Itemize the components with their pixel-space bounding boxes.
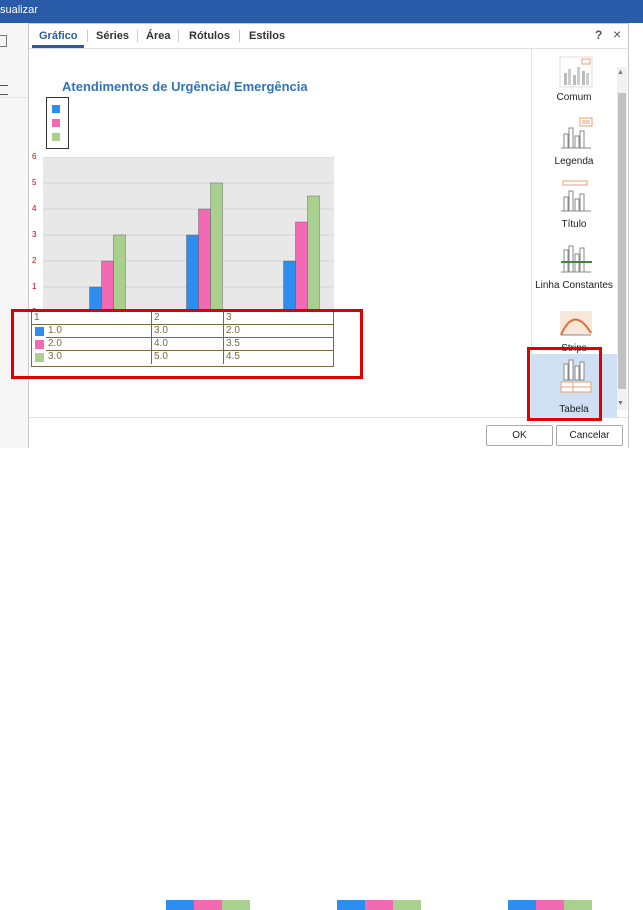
background-bar [564, 900, 592, 910]
tab-separator [239, 30, 240, 42]
app-title-bar: sualizar [0, 0, 643, 23]
tab-rotulos[interactable]: Rótulos [189, 30, 230, 42]
gallery-label: Comum [556, 92, 592, 103]
legend-swatch-series-2 [52, 119, 60, 127]
gallery-item-comum[interactable]: Comum [531, 49, 617, 113]
background-bar [365, 900, 393, 910]
background-bar [222, 900, 250, 910]
background-bar [393, 900, 421, 910]
y-tick-label: 5 [32, 178, 37, 187]
chart-title-icon [561, 180, 591, 212]
help-icon[interactable]: ? [595, 28, 602, 42]
gallery-item-titulo[interactable]: Título [531, 175, 617, 239]
background-bar [337, 900, 365, 910]
cancel-button[interactable]: Cancelar [556, 425, 623, 446]
background-area-right [629, 23, 643, 462]
dialog-footer: OK Cancelar [29, 417, 628, 449]
bar-series-2-cat-3 [295, 221, 308, 313]
bar-series-2-cat-2 [198, 208, 211, 313]
legend-swatch-series-1 [52, 105, 60, 113]
chart-title: Atendimentos de Urgência/ Emergência [62, 79, 308, 94]
scrollbar-thumb[interactable] [618, 93, 626, 389]
chart-legend [46, 97, 69, 149]
y-tick-label: 2 [32, 256, 37, 265]
y-tick-label: 3 [32, 230, 37, 239]
bar-series-3-cat-1 [113, 234, 126, 313]
chart-constant-line-icon [561, 245, 592, 273]
scroll-up-icon[interactable]: ▲ [617, 69, 624, 76]
background-bar [194, 900, 222, 910]
gallery-item-legenda[interactable]: Legenda [531, 112, 617, 176]
bar-series-2-cat-1 [101, 260, 114, 313]
gallery-label: Título [561, 219, 587, 230]
chart-legend-icon [561, 117, 593, 149]
active-tab-indicator [32, 45, 84, 48]
gallery-scrollbar[interactable]: ▲ ▼ [617, 67, 627, 410]
close-icon[interactable]: × [613, 26, 621, 42]
bar-series-3-cat-2 [210, 182, 223, 313]
gallery-label: Linha Constantes [535, 280, 613, 291]
legend-swatch-series-3 [52, 133, 60, 141]
bar-series-1-cat-3 [283, 260, 296, 313]
bar-series-1-cat-2 [186, 234, 199, 313]
tab-separator [178, 30, 179, 42]
tab-area[interactable]: Área [146, 30, 170, 42]
gallery-item-linha-constantes[interactable]: Linha Constantes [531, 236, 617, 300]
chart-strips-icon [560, 311, 592, 336]
chart-common-icon [559, 56, 593, 88]
scroll-down-icon[interactable]: ▼ [617, 400, 624, 407]
gallery-label: Legenda [554, 156, 594, 167]
y-tick-label: 6 [32, 152, 37, 161]
bar-series-3-cat-3 [307, 195, 320, 313]
tab-series[interactable]: Séries [96, 30, 129, 42]
y-tick-label: 4 [32, 204, 37, 213]
dialog-tabs: Gráfico Séries Área Rótulos Estilos ? × [29, 24, 628, 49]
tab-separator [137, 30, 138, 42]
bar-chart-plot [43, 157, 334, 313]
background-bar [166, 900, 194, 910]
app-title: sualizar [0, 4, 38, 16]
highlight-frame-tabela [527, 347, 602, 421]
background-toolbar-icon [0, 35, 7, 47]
tab-grafico[interactable]: Gráfico [39, 30, 78, 42]
background-area-bottom [0, 448, 643, 910]
y-tick-label: 1 [32, 282, 37, 291]
background-bar [536, 900, 564, 910]
tab-separator [87, 30, 88, 42]
tab-estilos[interactable]: Estilos [249, 30, 285, 42]
background-bar [508, 900, 536, 910]
background-divider [0, 97, 28, 98]
background-toolbar [0, 23, 29, 462]
background-align-icon [0, 85, 8, 95]
ok-button[interactable]: OK [486, 425, 553, 446]
highlight-frame-table [11, 309, 363, 379]
